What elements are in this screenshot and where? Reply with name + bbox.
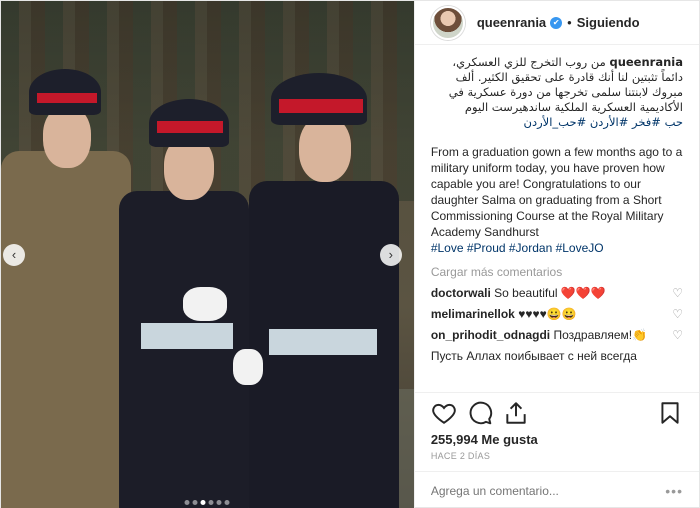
comments-section: queenrania من روب التخرج للزي العسكري، د… — [415, 45, 699, 386]
comment-username[interactable]: doctorwali — [431, 286, 491, 300]
comment-text: Поздравляем!👏 — [553, 328, 648, 342]
carousel-dot — [192, 500, 198, 505]
carousel-dot — [224, 500, 230, 505]
post-sidebar: queenrania ✔ • Siguiendo queenrania من ر… — [413, 1, 699, 508]
share-icon[interactable] — [503, 400, 529, 426]
comment-username[interactable]: melimarinellok — [431, 307, 515, 321]
comment-text: So beautiful ❤️❤️❤️ — [494, 286, 606, 300]
post-actions — [414, 392, 699, 432]
comment-text: Пусть Аллах поибывает с ней всегда — [430, 349, 637, 363]
comment-row: melimarinellok ♥♥♥♥😀😀 ♡ — [431, 306, 683, 322]
carousel-dot — [200, 500, 206, 505]
comment-row: doctorwali So beautiful ❤️❤️❤️ ♡ — [431, 285, 683, 301]
post-timestamp: HACE 2 DÍAS — [430, 451, 491, 461]
carousel-dots — [184, 500, 230, 505]
comment-like-heart-icon[interactable]: ♡ — [672, 285, 683, 301]
likes-count[interactable]: 255,994 Me gusta — [415, 432, 699, 447]
following-button[interactable]: Siguiendo — [577, 15, 640, 30]
caption-arabic: queenrania من روب التخرج للزي العسكري، د… — [431, 55, 683, 115]
load-more-comments-link[interactable]: Cargar más comentarios — [431, 264, 683, 280]
comment-input[interactable] — [430, 483, 666, 498]
caption-english-hashtags[interactable]: #Love #Proud #Jordan #LoveJO — [431, 240, 683, 256]
avatar[interactable] — [430, 5, 465, 40]
comment-like-heart-icon[interactable]: ♡ — [672, 327, 683, 343]
comment-row: Пусть Аллах поибывает с ней всегда — [431, 348, 683, 364]
carousel-prev-button[interactable]: ‹ — [3, 244, 25, 266]
caption-arabic-hashtags[interactable]: حب #فخر #الأردن #حب_الأردن — [431, 115, 683, 130]
carousel-dot — [208, 500, 214, 505]
post-header: queenrania ✔ • Siguiendo — [414, 1, 699, 45]
comment-text: ♥♥♥♥😀😀 — [518, 307, 577, 321]
carousel-dot — [184, 500, 190, 505]
comment-icon[interactable] — [467, 400, 493, 426]
more-options-icon[interactable]: ••• — [665, 483, 683, 499]
caption-username[interactable]: queenrania — [609, 55, 683, 69]
add-comment-bar: ••• — [414, 471, 699, 508]
header-username[interactable]: queenrania — [477, 15, 546, 30]
comment-row: on_prihodit_odnagdi Поздравляем!👏 ♡ — [431, 327, 683, 343]
heart-icon[interactable] — [431, 400, 457, 426]
comment-like-heart-icon[interactable]: ♡ — [672, 306, 683, 322]
post-photo[interactable]: ‹ › — [1, 1, 414, 508]
bookmark-icon[interactable] — [657, 400, 683, 426]
carousel-next-button[interactable]: › — [379, 244, 402, 266]
verified-icon: ✔ — [550, 16, 563, 29]
header-separator: • — [567, 15, 572, 30]
comment-username[interactable]: on_prihodit_odnagdi — [431, 328, 550, 342]
instagram-post: ‹ › queenrania ✔ • Siguiendo queenrania … — [0, 0, 700, 508]
caption-english: From a graduation gown a few months ago … — [430, 145, 683, 239]
carousel-dot — [216, 500, 222, 505]
